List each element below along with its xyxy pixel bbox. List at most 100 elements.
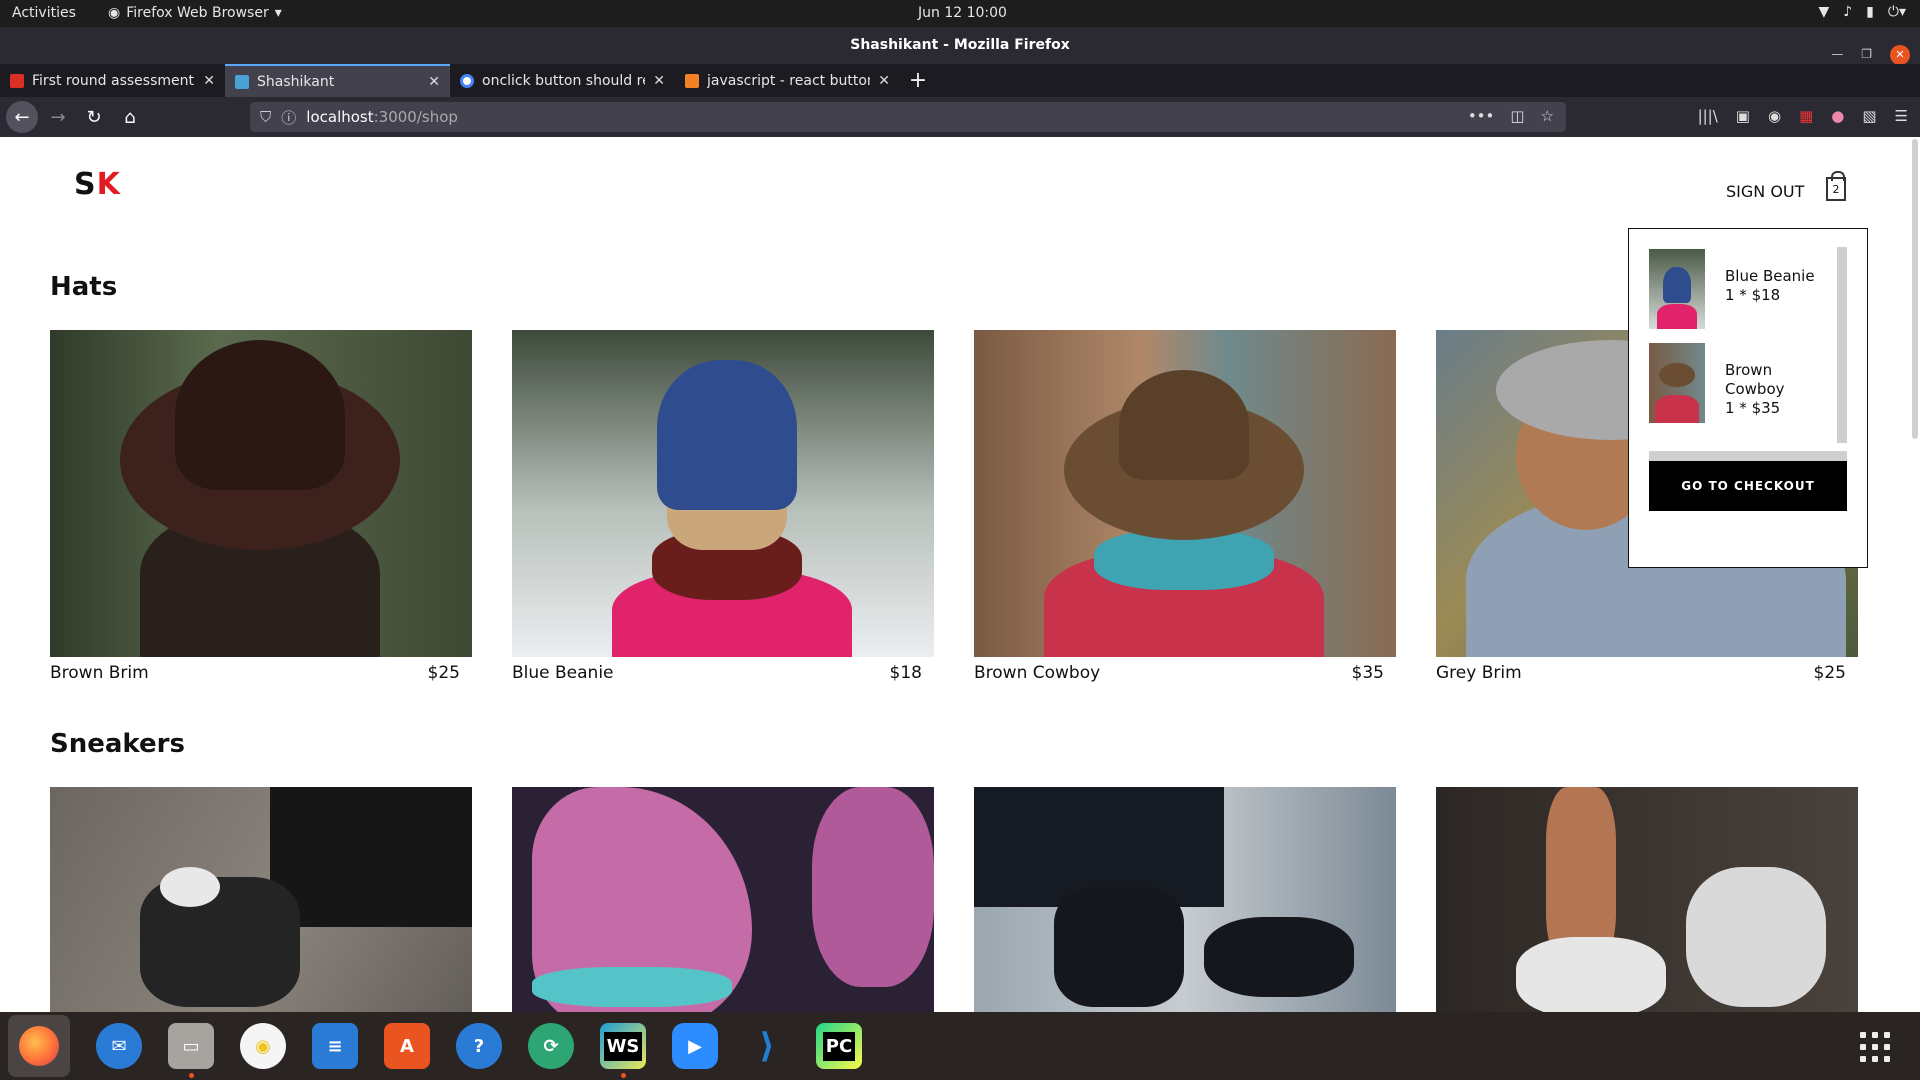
reload-icon: ↻ <box>86 106 102 128</box>
product-image-brown-brim[interactable] <box>50 330 472 657</box>
product-card-sneaker-1 <box>50 787 472 1012</box>
dock-help[interactable]: ? <box>456 1023 502 1069</box>
product-card-sneaker-3 <box>974 787 1396 1012</box>
writer-icon: ≡ <box>327 1035 343 1057</box>
dock-rhythmbox[interactable]: ◉ <box>240 1023 286 1069</box>
close-tab-icon[interactable]: ✕ <box>428 74 440 90</box>
dock-firefox[interactable] <box>8 1015 70 1077</box>
product-card-brown-cowboy: Brown Cowboy $35 <box>974 330 1396 683</box>
tab-strip: First round assessment ✕ Shashikant ✕ on… <box>0 64 1920 97</box>
product-card-blue-beanie: Blue Beanie $18 <box>512 330 934 683</box>
plus-icon: + <box>908 68 928 93</box>
dock-software[interactable]: A <box>384 1023 430 1069</box>
cart-count: 2 <box>1832 183 1840 196</box>
library-icon[interactable]: |||\ <box>1698 107 1718 125</box>
dock-webstorm[interactable]: WS <box>600 1023 646 1078</box>
firefox-small-icon: ◉ <box>108 5 121 21</box>
navigation-toolbar: ← → ↻ ⌂ ⛉ ⓘ localhost:3000/shop ••• ◫ ☆ … <box>0 97 1920 137</box>
product-card-brown-brim: Brown Brim $25 <box>50 330 472 683</box>
bookmark-star-icon[interactable]: ☆ <box>1541 107 1554 125</box>
dock-remmina[interactable]: ⟳ <box>528 1023 574 1069</box>
page-viewport: SK SIGN OUT 2 Hats Brown Brim $25 Blue Be… <box>0 137 1920 1012</box>
hamburger-menu-icon[interactable]: ☰ <box>1895 107 1908 125</box>
back-button[interactable]: ← <box>6 101 38 133</box>
section-title-sneakers[interactable]: Sneakers <box>50 729 185 759</box>
page-actions-icon[interactable]: ••• <box>1468 107 1495 125</box>
cart-item: Brown Cowboy 1 * $35 <box>1649 343 1833 423</box>
url-bar[interactable]: ⛉ ⓘ localhost:3000/shop ••• ◫ ☆ <box>250 102 1566 132</box>
sign-out-link[interactable]: SIGN OUT <box>1726 182 1804 201</box>
battery-icon: ▮ <box>1866 4 1874 20</box>
product-price: $25 <box>1813 663 1846 683</box>
go-to-checkout-button[interactable]: GO TO CHECKOUT <box>1649 461 1847 511</box>
cart-item-thumbnail <box>1649 249 1705 329</box>
page-scrollbar[interactable] <box>1912 139 1918 439</box>
close-tab-icon[interactable]: ✕ <box>203 73 215 89</box>
rhythmbox-icon: ◉ <box>255 1035 271 1057</box>
pocket-icon[interactable]: ◫ <box>1510 107 1524 125</box>
help-icon: ? <box>473 1035 485 1057</box>
close-window-icon[interactable]: ✕ <box>1890 44 1910 65</box>
tab-first-round-assessment[interactable]: First round assessment ✕ <box>0 64 225 97</box>
extension-icon[interactable]: ▦ <box>1799 107 1813 125</box>
tab-onclick-button[interactable]: onclick button should re ✕ <box>450 64 675 97</box>
dock-vscode[interactable]: ⟩ <box>744 1023 790 1069</box>
product-price: $35 <box>1351 663 1384 683</box>
home-button[interactable]: ⌂ <box>114 101 146 133</box>
reload-button[interactable]: ↻ <box>78 101 110 133</box>
new-tab-button[interactable]: + <box>900 64 936 97</box>
close-tab-icon[interactable]: ✕ <box>878 73 890 89</box>
vscode-icon: ⟩ <box>759 1026 775 1066</box>
pycharm-icon: PC <box>822 1031 856 1061</box>
gmail-icon <box>10 73 24 88</box>
section-title-hats[interactable]: Hats <box>50 272 117 302</box>
dock-writer[interactable]: ≡ <box>312 1023 358 1069</box>
forward-button[interactable]: → <box>42 101 74 133</box>
react-devtools-icon[interactable]: ▧ <box>1862 107 1876 125</box>
tab-shashikant[interactable]: Shashikant ✕ <box>225 64 450 97</box>
cart-dropdown: Blue Beanie 1 * $18 Brown Cowboy 1 * $35 G… <box>1628 228 1868 568</box>
system-tray[interactable]: ▼ ♪ ▮ ⏻▾ <box>1818 4 1906 20</box>
shopping-bag-icon[interactable]: 2 <box>1826 171 1846 201</box>
firefox-icon <box>19 1026 59 1066</box>
product-card-sneaker-4 <box>1436 787 1858 1012</box>
cart-item: Blue Beanie 1 * $18 <box>1649 249 1833 329</box>
logo-letter-k: K <box>96 167 121 202</box>
product-image-sneaker-2[interactable] <box>512 787 934 1012</box>
product-name: Brown Cowboy <box>974 663 1101 683</box>
dock-pycharm[interactable]: PC <box>816 1023 862 1069</box>
product-price: $18 <box>889 663 922 683</box>
dock-thunderbird[interactable]: ✉ <box>96 1023 142 1069</box>
cart-items-list[interactable]: Blue Beanie 1 * $18 Brown Cowboy 1 * $35 <box>1649 249 1833 444</box>
dock-files[interactable]: ▭ <box>168 1023 214 1078</box>
dock-zoom[interactable]: ▶ <box>672 1023 718 1069</box>
product-image-sneaker-4[interactable] <box>1436 787 1858 1012</box>
app-menu[interactable]: ◉ Firefox Web Browser ▾ <box>108 5 282 21</box>
product-image-sneaker-3[interactable] <box>974 787 1396 1012</box>
activities-button[interactable]: Activities <box>12 5 76 21</box>
product-image-brown-cowboy[interactable] <box>974 330 1396 657</box>
tab-label: javascript - react button <box>707 72 871 89</box>
color-extension-icon[interactable]: ● <box>1831 107 1844 125</box>
account-icon[interactable]: ◉ <box>1768 107 1781 125</box>
cart-vertical-scrollbar[interactable] <box>1837 247 1847 443</box>
show-applications-icon[interactable] <box>1860 1032 1890 1062</box>
clock[interactable]: Jun 12 10:00 <box>918 5 1007 21</box>
home-icon: ⌂ <box>124 106 136 128</box>
product-image-sneaker-1[interactable] <box>50 787 472 1012</box>
tab-label: Shashikant <box>257 73 335 90</box>
chevron-down-icon: ▾ <box>274 5 282 21</box>
window-title: Shashikant - Mozilla Firefox <box>850 37 1070 53</box>
cart-item-qty-price: 1 * $35 <box>1725 399 1781 417</box>
product-price: $25 <box>427 663 460 683</box>
dock: ✉ ▭ ◉ ≡ A ? ⟳ WS ▶ ⟩ PC <box>0 1012 1920 1080</box>
logo-letter-s: S <box>74 167 97 202</box>
arrow-right-icon: → <box>50 106 66 128</box>
product-image-blue-beanie[interactable] <box>512 330 934 657</box>
cart-horizontal-scrollbar[interactable] <box>1649 451 1847 461</box>
close-tab-icon[interactable]: ✕ <box>653 73 665 89</box>
sidebar-icon[interactable]: ▣ <box>1736 107 1750 125</box>
zoom-icon: ▶ <box>688 1035 702 1057</box>
tab-javascript-react-button[interactable]: javascript - react button ✕ <box>675 64 900 97</box>
site-logo[interactable]: SK <box>74 167 121 202</box>
